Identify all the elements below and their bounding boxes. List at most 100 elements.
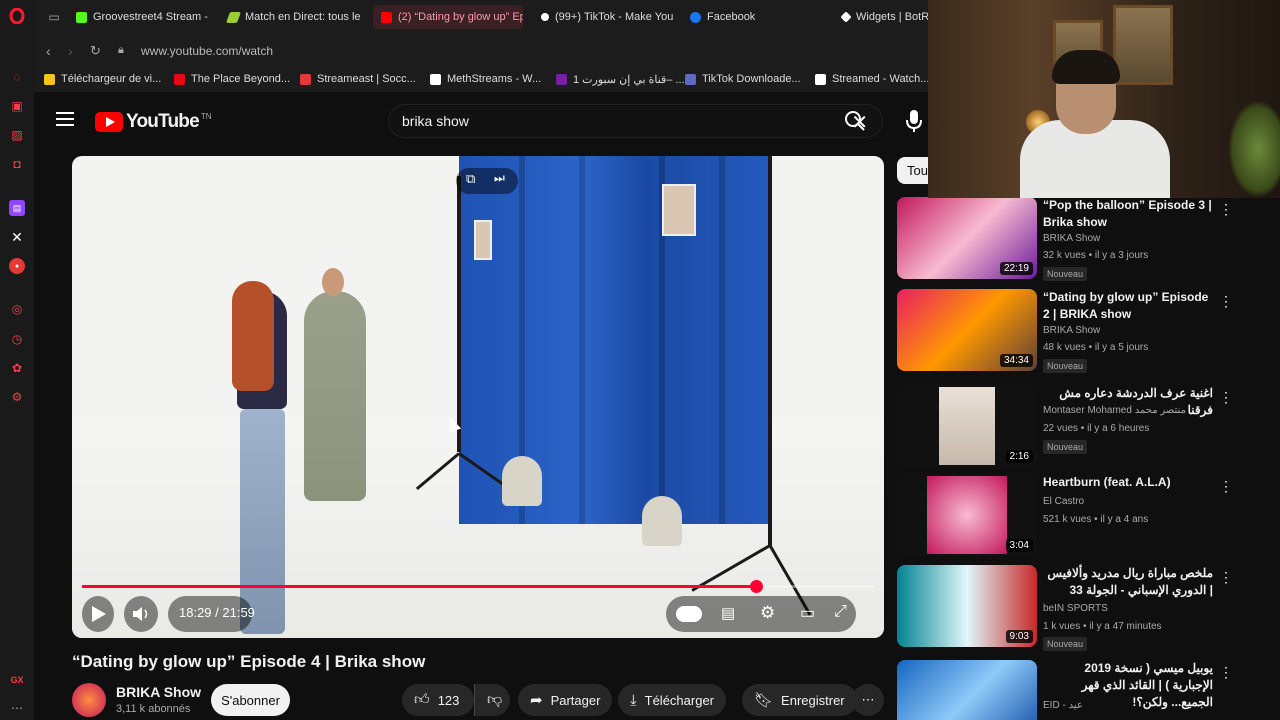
video-player[interactable]: ⧉ ⏭ 18:29 / 21:59 ▤ ⚙ ▭ ⤢ (72, 156, 884, 638)
more-vertical-icon[interactable]: ⋮ (1219, 569, 1233, 586)
tab-widgets[interactable]: Widgets | BotR (834, 5, 934, 29)
miniplayer-icon[interactable]: ⧉ (466, 171, 475, 187)
video-thumbnail[interactable]: 34:34 (897, 289, 1037, 371)
reload-icon[interactable]: ↻ (90, 43, 101, 59)
woman-hair (232, 281, 274, 391)
ai-assistant-icon[interactable]: ◌ (9, 69, 25, 85)
video-thumbnail[interactable]: 2:16 (897, 385, 1037, 467)
video-thumbnail[interactable]: 9:03 (897, 565, 1037, 647)
messenger-icon[interactable]: ◘ (9, 156, 25, 172)
rec-views: 22 vues • il y a 6 heures (1043, 423, 1150, 434)
autoplay-toggle[interactable] (676, 606, 702, 622)
rec-channel[interactable]: BRIKA Show (1043, 325, 1100, 336)
youtube-favicon-icon (381, 11, 392, 23)
bookmark-favicon-icon (430, 73, 441, 85)
history-icon[interactable]: ◎ (9, 301, 25, 317)
next-video-icon[interactable]: ⏭ (494, 171, 505, 186)
channel-avatar[interactable] (72, 683, 106, 717)
progress-bar[interactable] (82, 580, 874, 593)
forward-icon[interactable]: › (68, 43, 73, 59)
bookmark-item[interactable]: Streameast | Socc... (300, 73, 416, 85)
crypto-wallet-icon[interactable]: ▨ (9, 127, 25, 143)
duration-badge: 34:34 (999, 354, 1033, 367)
channel-name[interactable]: BRIKA Show (116, 684, 201, 700)
extensions-icon[interactable]: ✿ (9, 360, 25, 376)
recommendation-item[interactable]: يوبيل ميسي ( نسخة 2019 الإجبارية ) | الق… (897, 660, 1237, 720)
tiktok-icon (541, 13, 549, 21)
recommendation-item[interactable]: 9:03 ملخص مباراة ريال مدريد وألافيس | ال… (897, 565, 1237, 651)
rec-title[interactable]: “Dating by glow up” Episode 2 | BRIKA sh… (1043, 289, 1213, 323)
opera-logo-icon[interactable] (9, 8, 25, 24)
save-button[interactable]: 🔖︎ Enregistrer (742, 684, 857, 716)
recommendation-item[interactable]: 34:34 “Dating by glow up” Episode 2 | BR… (897, 289, 1237, 373)
fullscreen-icon[interactable]: ⤢ (834, 603, 847, 621)
like-count: 123 (437, 692, 460, 708)
theater-mode-icon[interactable]: ▭ (800, 603, 815, 623)
video-thumbnail[interactable]: 22:19 (897, 197, 1037, 279)
shopping-bag-icon[interactable]: ▣ (9, 98, 25, 114)
twitch-icon[interactable]: ▤ (9, 200, 25, 216)
tab-youtube-active[interactable]: (2) “Dating by glow up” Ep (373, 5, 523, 29)
gx-corner-icon[interactable]: GX (9, 672, 25, 688)
subtitles-icon[interactable]: ▤ (721, 604, 735, 622)
rec-channel[interactable]: EID - عيد (1043, 700, 1083, 711)
volume-button[interactable] (124, 596, 158, 632)
recommendation-item[interactable]: 2:16 اغنية عرف الدردشة دعاره مش فرقنا Mo… (897, 385, 1237, 467)
bookmark-item[interactable]: MethStreams - W... (430, 73, 541, 85)
more-dots-icon[interactable]: ⋯ (9, 700, 25, 716)
tab-match-en-direct[interactable]: Match en Direct: tous le (220, 5, 360, 29)
bookmark-item[interactable]: The Place Beyond... (174, 73, 290, 85)
more-vertical-icon[interactable]: ⋮ (1219, 664, 1233, 681)
search-input[interactable]: brika show (402, 113, 469, 129)
youtube-logo[interactable]: YouTube TN (95, 111, 212, 133)
bookmark-item[interactable]: Téléchargeur de vi... (44, 73, 161, 85)
tab-overview-icon[interactable]: ▭ (46, 9, 62, 25)
search-box[interactable]: brika show ✕ (388, 104, 883, 138)
more-vertical-icon[interactable]: ⋮ (1219, 478, 1233, 495)
rec-title[interactable]: Heartburn (feat. A.L.A) (1043, 474, 1213, 491)
thumbs-up-icon: 👍︎ (414, 691, 430, 708)
more-vertical-icon[interactable]: ⋮ (1219, 389, 1233, 406)
tab-facebook[interactable]: Facebook (682, 5, 802, 29)
like-button[interactable]: 👍︎ 123 (402, 684, 474, 716)
tab-tiktok[interactable]: (99+) TikTok - Make You (533, 5, 673, 29)
bookmark-label: The Place Beyond... (191, 73, 291, 85)
video-thumbnail[interactable] (897, 660, 1037, 720)
url-field[interactable]: www.youtube.com/watch (141, 44, 273, 58)
bookmark-item[interactable]: قناة بي إن سبورت 1– ... (556, 73, 685, 86)
more-vertical-icon[interactable]: ⋮ (1219, 293, 1233, 310)
progress-scrubber[interactable] (749, 580, 763, 593)
more-vertical-icon[interactable]: ⋮ (1219, 201, 1233, 218)
bookmark-label: TikTok Downloade... (702, 73, 801, 85)
rec-channel[interactable]: El Castro (1043, 496, 1084, 507)
microphone-icon[interactable] (904, 108, 924, 134)
settings-icon[interactable]: ⚙ (9, 389, 25, 405)
video-thumbnail[interactable]: 3:04 (897, 474, 1037, 556)
search-icon[interactable] (844, 110, 866, 132)
settings-gear-icon[interactable]: ⚙ (760, 603, 775, 623)
top-controls: ⧉ ⏭ (456, 168, 518, 194)
rec-channel[interactable]: beIN SPORTS (1043, 603, 1108, 614)
play-icon (92, 606, 106, 622)
play-button[interactable] (82, 596, 114, 632)
rec-title[interactable]: ملخص مباراة ريال مدريد وألافيس | الدوري … (1043, 565, 1213, 599)
more-actions-button[interactable]: ⋯ (852, 684, 884, 716)
menu-icon[interactable] (56, 112, 74, 130)
download-button[interactable]: ⤓ Télécharger (618, 684, 727, 716)
back-icon[interactable]: ‹ (46, 43, 51, 59)
dislike-button[interactable]: 👎︎ (474, 684, 510, 716)
rec-title[interactable]: “Pop the balloon” Episode 3 | Brika show (1043, 197, 1213, 231)
tab-groovestreet[interactable]: Groovestreet4 Stream - (68, 5, 208, 29)
rec-channel[interactable]: BRIKA Show (1043, 233, 1100, 244)
subscribe-button[interactable]: S'abonner (211, 684, 290, 716)
x-twitter-icon[interactable]: ✕ (9, 229, 25, 245)
stand-pole (768, 156, 772, 546)
rec-channel[interactable]: Montaser Mohamed منتصر محمد (1043, 405, 1186, 416)
recommendation-item[interactable]: 22:19 “Pop the balloon” Episode 3 | Brik… (897, 197, 1237, 281)
clock-icon[interactable]: ◷ (9, 331, 25, 347)
bookmark-item[interactable]: Streamed - Watch... (815, 73, 929, 85)
music-player-icon[interactable]: ● (9, 258, 25, 274)
recommendation-item[interactable]: 3:04 Heartburn (feat. A.L.A) El Castro 5… (897, 474, 1237, 556)
bookmark-item[interactable]: TikTok Downloade... (685, 73, 801, 85)
share-button[interactable]: ➦ Partager (518, 684, 613, 716)
